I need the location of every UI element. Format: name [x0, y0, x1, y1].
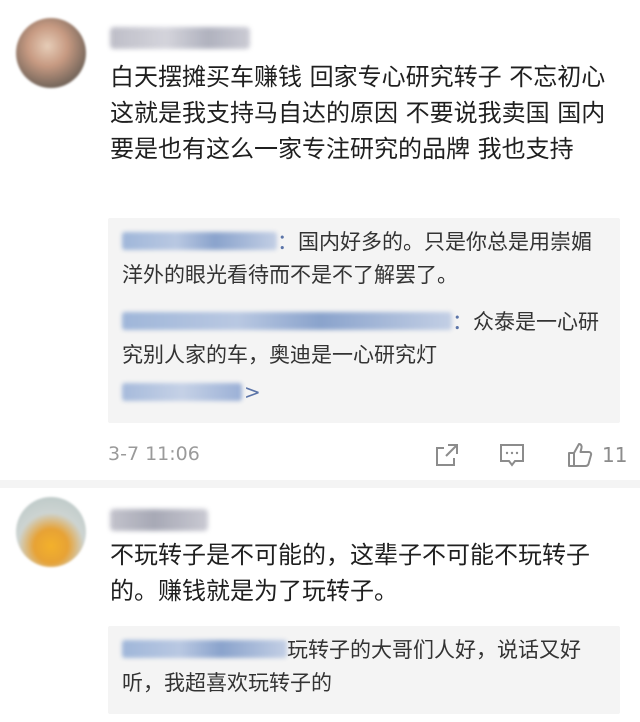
like-button[interactable]: 11 [566, 439, 627, 471]
username-blurred[interactable] [110, 27, 250, 49]
reply-item[interactable]: ：众泰是一心研究别人家的车，奥迪是一心研究灯 [122, 306, 606, 372]
reply-box[interactable]: 玩转子的大哥们人好，说话又好听，我超喜欢玩转子的 [108, 626, 620, 714]
share-button[interactable] [434, 439, 460, 471]
reply-username-blurred[interactable] [122, 232, 277, 250]
reply-name-colon: ： [277, 230, 298, 254]
reply-username-blurred[interactable] [122, 312, 452, 330]
chevron-right-icon: > [244, 380, 261, 404]
username-blurred[interactable] [110, 509, 208, 531]
share-icon [436, 444, 458, 466]
comment-divider [0, 480, 640, 488]
more-replies-link[interactable]: > [122, 380, 261, 406]
comment-text: 白天摆摊买车赚钱 回家专心研究转子 不忘初心 这就是我支持马自达的原因 不要说我… [110, 63, 606, 163]
reply-item[interactable]: ：国内好多的。只是你总是用崇媚洋外的眼光看待而不是不了解罢了。 [122, 226, 606, 292]
comment-text: 不玩转子是不可能的，这辈子不可能不玩转子的。赚钱就是为了玩转子。 [110, 541, 590, 605]
more-replies-label-blurred [122, 383, 242, 401]
reply-box[interactable]: ：国内好多的。只是你总是用崇媚洋外的眼光看待而不是不了解罢了。 ：众泰是一心研究… [108, 218, 620, 423]
reply-name-colon: ： [452, 310, 473, 334]
avatar[interactable] [16, 18, 86, 88]
comment-meta-row: 3-7 11:06 11 [108, 437, 627, 473]
reply-username-blurred[interactable] [122, 640, 287, 658]
avatar[interactable] [16, 497, 86, 567]
reply-item[interactable]: 玩转子的大哥们人好，说话又好听，我超喜欢玩转子的 [122, 634, 606, 700]
timestamp: 3-7 11:06 [108, 443, 200, 465]
comment-icon [500, 444, 524, 467]
like-count: 11 [602, 443, 628, 467]
thumbs-up-icon [568, 443, 593, 467]
reply-button[interactable] [498, 439, 526, 471]
